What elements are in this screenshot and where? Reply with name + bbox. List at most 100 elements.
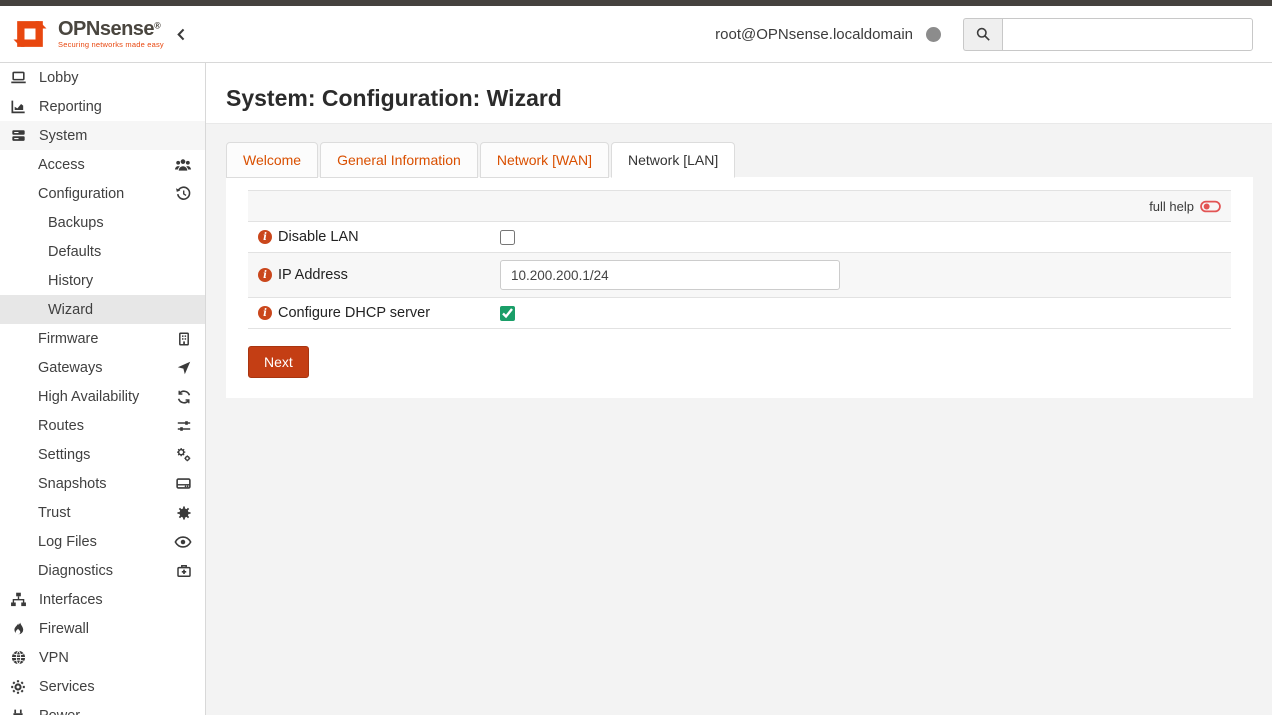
sidebar-item-high-availability[interactable]: High Availability (0, 382, 205, 411)
full-help-label: full help (1149, 199, 1194, 214)
logo-area: OPNsense® Securing networks made easy (0, 6, 206, 62)
tab-general-information[interactable]: General Information (320, 142, 478, 178)
next-button[interactable]: Next (248, 346, 309, 378)
opnsense-logo-icon (8, 12, 52, 56)
field-label: i IP Address (258, 267, 500, 283)
info-icon[interactable]: i (258, 268, 272, 282)
sidebar-item-firmware[interactable]: Firmware (0, 324, 205, 353)
refresh-icon (176, 389, 192, 405)
sidebar-item-wizard[interactable]: Wizard (0, 295, 205, 324)
sidebar-item-access[interactable]: Access (0, 150, 205, 179)
wizard-tabs: Welcome General Information Network [WAN… (226, 142, 1253, 177)
gears-icon (175, 446, 192, 463)
field-label: i Disable LAN (258, 229, 500, 245)
sidebar-item-system[interactable]: System (0, 121, 205, 150)
sidebar-item-routes[interactable]: Routes (0, 411, 205, 440)
info-icon[interactable]: i (258, 230, 272, 244)
sidebar-item-label: Diagnostics (38, 563, 113, 579)
logo-tagline: Securing networks made easy (58, 41, 164, 49)
sidebar-item-services[interactable]: Services (0, 672, 205, 701)
form-row-configure-dhcp: i Configure DHCP server (248, 297, 1231, 328)
sidebar-item-label: Power (39, 708, 80, 715)
sidebar-item-configuration[interactable]: Configuration (0, 179, 205, 208)
sidebar-item-label: Settings (38, 447, 90, 463)
sidebar-item-log-files[interactable]: Log Files (0, 527, 205, 556)
tab-welcome[interactable]: Welcome (226, 142, 318, 178)
sidebar-item-settings[interactable]: Settings (0, 440, 205, 469)
status-dot (926, 27, 941, 42)
form-row-disable-lan: i Disable LAN (248, 221, 1231, 252)
field-label: i Configure DHCP server (258, 305, 500, 321)
server-icon (10, 127, 30, 144)
sidebar-item-power[interactable]: Power (0, 701, 205, 715)
hard-drive-icon (175, 475, 192, 492)
sidebar: Lobby Reporting System Access Configurat… (0, 63, 206, 715)
sidebar-item-label: Snapshots (38, 476, 107, 492)
page-title: System: Configuration: Wizard (226, 85, 1272, 112)
logo-text: OPNsense® Securing networks made easy (58, 19, 164, 49)
header: OPNsense® Securing networks made easy ro… (0, 6, 1272, 63)
sidebar-item-gateways[interactable]: Gateways (0, 353, 205, 382)
sidebar-collapse-button[interactable] (174, 27, 189, 42)
sidebar-item-label: Gateways (38, 360, 102, 376)
tab-network-lan[interactable]: Network [LAN] (611, 142, 735, 178)
search-button[interactable] (963, 18, 1002, 51)
sidebar-item-label: Log Files (38, 534, 97, 550)
field-label-text: Disable LAN (278, 229, 359, 245)
globe-icon (10, 649, 30, 666)
sidebar-item-interfaces[interactable]: Interfaces (0, 585, 205, 614)
sidebar-item-label: Services (39, 679, 95, 695)
sidebar-item-snapshots[interactable]: Snapshots (0, 469, 205, 498)
gear-icon (10, 679, 30, 695)
certificate-icon (176, 505, 192, 521)
sidebar-item-label: VPN (39, 650, 69, 666)
logo-registered-mark: ® (154, 21, 161, 31)
search-group (963, 18, 1253, 51)
form-table: full help i Disable LAN (248, 190, 1231, 329)
laptop-icon (10, 69, 30, 86)
sidebar-item-label: High Availability (38, 389, 139, 405)
history-icon (175, 185, 192, 202)
field-label-text: Configure DHCP server (278, 305, 430, 321)
sliders-icon (176, 418, 192, 434)
main-area: System: Configuration: Wizard Welcome Ge… (206, 63, 1272, 715)
sidebar-item-label: Configuration (38, 186, 124, 202)
full-help-row: full help (248, 190, 1231, 221)
sidebar-item-backups[interactable]: Backups (0, 208, 205, 237)
ip-address-input[interactable] (500, 260, 840, 290)
sidebar-item-defaults[interactable]: Defaults (0, 237, 205, 266)
sitemap-icon (10, 591, 30, 608)
sidebar-item-trust[interactable]: Trust (0, 498, 205, 527)
sidebar-item-label: Interfaces (39, 592, 103, 608)
sidebar-item-vpn[interactable]: VPN (0, 643, 205, 672)
disable-lan-checkbox[interactable] (500, 230, 515, 245)
sidebar-item-label: System (39, 128, 87, 144)
configure-dhcp-checkbox[interactable] (500, 306, 515, 321)
sidebar-item-label: Defaults (48, 244, 101, 260)
logo-title: OPNsense (58, 18, 154, 40)
sidebar-item-label: Reporting (39, 99, 102, 115)
toggle-off-icon[interactable] (1200, 199, 1221, 214)
sidebar-item-label: Trust (38, 505, 71, 521)
area-chart-icon (10, 98, 30, 115)
sidebar-item-label: Routes (38, 418, 84, 434)
header-right: root@OPNsense.localdomain (206, 6, 1272, 62)
building-icon (176, 331, 192, 347)
eye-icon (174, 533, 192, 551)
sidebar-item-lobby[interactable]: Lobby (0, 63, 205, 92)
form-row-ip-address: i IP Address (248, 252, 1231, 297)
search-input[interactable] (1002, 18, 1253, 51)
logged-in-user: root@OPNsense.localdomain (715, 26, 913, 43)
sidebar-item-diagnostics[interactable]: Diagnostics (0, 556, 205, 585)
sidebar-item-firewall[interactable]: Firewall (0, 614, 205, 643)
sidebar-item-label: Firewall (39, 621, 89, 637)
chevron-left-icon (174, 27, 189, 42)
content: Welcome General Information Network [WAN… (206, 124, 1272, 398)
sidebar-item-history[interactable]: History (0, 266, 205, 295)
info-icon[interactable]: i (258, 306, 272, 320)
field-label-text: IP Address (278, 267, 348, 283)
sidebar-item-reporting[interactable]: Reporting (0, 92, 205, 121)
tab-network-wan[interactable]: Network [WAN] (480, 142, 609, 178)
sidebar-item-label: Wizard (48, 302, 93, 318)
wizard-panel: full help i Disable LAN (226, 177, 1253, 398)
